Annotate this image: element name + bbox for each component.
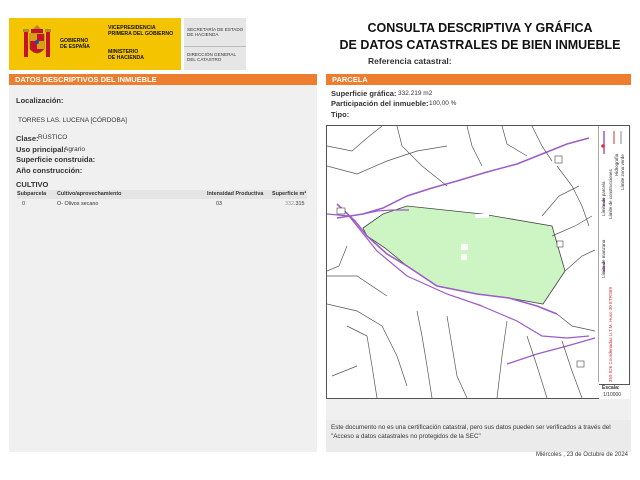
boundary-se bbox=[476, 303, 590, 339]
localizacion-value: TORRES LAS. LUCENA [CÓRDOBA] bbox=[18, 117, 127, 124]
gap-notch bbox=[475, 214, 489, 218]
scale-value: 1/10000 bbox=[603, 392, 622, 398]
building-1 bbox=[461, 244, 468, 250]
ministry-label: MINISTERIO DE HACIENDA bbox=[108, 49, 145, 61]
page-title: CONSULTA DESCRIPTIVA Y GRÁFICA DE DATOS … bbox=[330, 20, 630, 54]
localizacion-label: Localización: bbox=[16, 96, 64, 105]
map-legend: Límite de parcela Límite de construccion… bbox=[598, 126, 629, 382]
direccion-label: DIRECCIÓN GENERAL DEL CATASTRO bbox=[187, 52, 237, 63]
coat-of-arms-icon bbox=[23, 25, 51, 57]
anio-construccion-label: Año construcción: bbox=[16, 166, 83, 175]
participacion-value: 100,00 % bbox=[429, 100, 457, 107]
secretaria-label: SECRETARÍA DE ESTADO DE HACIENDA bbox=[187, 27, 244, 38]
disclaimer-text: Este documento no es una certificación c… bbox=[331, 424, 611, 440]
plot-marker-2 bbox=[554, 155, 563, 164]
document-date: Miércoles , 23 de Octubre de 2024 bbox=[535, 452, 628, 458]
legend-limite-manzana: Límite de manzana bbox=[601, 239, 606, 278]
vicepresidencia-label: VICEPRESIDENCIA PRIMERA DEL GOBIERNO bbox=[108, 25, 174, 37]
legend-hidrografia: Hidrografía bbox=[614, 153, 619, 176]
tipo-label: Tipo: bbox=[331, 110, 350, 119]
legend-limite-zona-verde: Límite zona verde bbox=[620, 154, 625, 190]
plot-marker-1 bbox=[336, 207, 346, 215]
parcel-section-header: PARCELA bbox=[326, 74, 631, 85]
col-cultivo: Cultivo/aprovechamiento bbox=[57, 191, 122, 197]
title-line-2: DE DATOS CATASTRALES DE BIEN INMUEBLE bbox=[339, 38, 621, 52]
plot-marker-3 bbox=[576, 360, 585, 368]
uso-value: Agrario bbox=[64, 146, 85, 153]
participacion-label: Participación del inmueble: bbox=[331, 99, 429, 108]
superficie-construida-label: Superficie construida: bbox=[16, 155, 96, 164]
scale-label: Escala: bbox=[602, 385, 620, 391]
col-superficie: Superficie m² bbox=[272, 191, 307, 197]
clase-label: Clase: bbox=[16, 134, 39, 143]
row-superficie-b: .315 bbox=[294, 201, 305, 207]
boundary-south bbox=[506, 337, 596, 365]
uso-label: Uso principal: bbox=[16, 145, 67, 154]
row-superficie: 332.315 bbox=[285, 201, 305, 207]
map-drawing bbox=[327, 126, 596, 398]
row-subparcela: 0 bbox=[22, 201, 25, 207]
cultivo-title: CULTIVO bbox=[16, 180, 49, 189]
row-cultivo: O- Olivos secano bbox=[57, 201, 99, 207]
sup-grafica-value: 332.219 m2 bbox=[398, 90, 433, 97]
legend-coordinates: 359.926 Coordenadas U.T.M. Huso 30 ETRS8… bbox=[608, 286, 613, 382]
gov-label: GOBIERNO DE ESPAÑA bbox=[60, 38, 90, 50]
building-2 bbox=[461, 254, 467, 260]
sup-grafica-label: Superficie gráfica: bbox=[331, 89, 397, 98]
row-superficie-a: 332 bbox=[285, 201, 294, 207]
title-line-1: CONSULTA DESCRIPTIVA Y GRÁFICA bbox=[367, 21, 593, 35]
col-subparcela: Subparcela bbox=[17, 191, 47, 197]
cadastral-map[interactable] bbox=[326, 125, 630, 399]
clase-value: RÚSTICO bbox=[38, 134, 68, 141]
ref-catastral-label: Referencia catastral: bbox=[368, 56, 452, 66]
agency-divider bbox=[184, 46, 246, 47]
legend-limite-parcela: Límite de parcela bbox=[601, 181, 606, 216]
row-intensidad: 03 bbox=[216, 201, 222, 207]
col-intensidad: Intensidad Productiva bbox=[207, 191, 264, 197]
descriptive-section-header: DATOS DESCRIPTIVOS DEL INMUEBLE bbox=[9, 74, 317, 85]
plot-marker-4 bbox=[556, 240, 564, 248]
legend-limite-construcciones: Límite de construcciones bbox=[608, 169, 613, 219]
boundary-north bbox=[336, 137, 590, 219]
